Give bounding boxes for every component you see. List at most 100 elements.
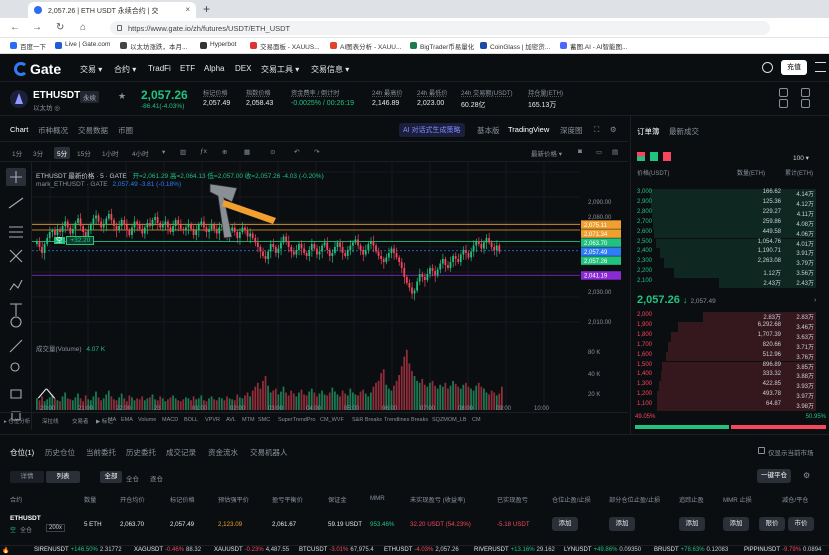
nav-tradfi[interactable]: TradFi [148,64,171,73]
indicator-shortcut[interactable]: CM [472,417,481,423]
tab-crypto-circle[interactable]: 币圈 [118,125,133,136]
orderbook-view-toggle[interactable] [637,152,677,162]
bookmark-item[interactable]: 百度一下 [10,41,46,51]
chevron-right-icon[interactable]: › [814,297,816,304]
ask-row[interactable]: 2,600 449.58 4.06万 [631,228,829,239]
tab-trade-data[interactable]: 交易数据 [78,125,108,136]
trendline-icon[interactable] [8,197,24,209]
marquee-item[interactable]: LYNUSDT +49.86% 0.09350 [564,547,641,553]
indicator-shortcut[interactable]: SuperTrendPro [278,417,315,423]
new-tab-icon[interactable]: + [203,2,210,16]
asks-view-icon[interactable] [663,152,671,161]
checkbox[interactable] [758,447,765,454]
menu-icon[interactable] [815,62,826,72]
bid-row[interactable]: 1,400 333.32 3.88万 [631,371,829,382]
snapshot-icon[interactable]: ◙ [578,148,582,155]
fib-icon[interactable] [9,226,23,238]
tab-fund-flow[interactable]: 资金流水 [208,447,238,458]
interval-1m[interactable]: 1分 [12,148,22,158]
layout-icon[interactable] [801,99,810,108]
ask-row[interactable]: 2,900 125.36 4.12万 [631,198,829,209]
tab-trade-history[interactable]: 成交记录 [166,447,196,458]
zoom-icon[interactable] [10,362,20,372]
nav-futures[interactable]: 合约 ▾ [114,64,136,75]
interval-1h[interactable]: 1小时 [102,148,119,158]
indicator-shortcut[interactable]: 交易者 [72,417,89,425]
marquee-item[interactable]: SIRENUSDT +146.50% 2.31772 [34,547,122,553]
reload-icon[interactable]: ↻ [56,22,64,33]
deposit-button[interactable]: 充值 [781,60,807,75]
position-marker[interactable]: 空 +32.20 [54,234,95,245]
chart-svg[interactable]: 2,090.002,080.002,050.002,030.002,010.00… [32,162,628,432]
bid-row[interactable]: 1,200 493.78 3.97万 [631,391,829,402]
ask-row[interactable]: 2,700 259.86 4.08万 [631,218,829,229]
favorite-star-icon[interactable]: ★ [118,91,126,102]
indicators-icon[interactable]: ƒx [200,148,207,155]
bid-row[interactable]: 1,100 64.87 3.98万 [631,401,829,411]
add-partial-tpsl-button[interactable]: 添加 [609,517,635,531]
view-list-button[interactable]: 列表 [46,471,80,483]
indicator-shortcut[interactable]: MA [108,417,116,423]
close-all-button[interactable]: 一键平仓 [757,469,791,483]
marquee-item[interactable]: BRUSDT +78.63% 0.12083 [654,547,728,553]
position-leverage[interactable]: 200x [46,524,66,532]
filter-isolated[interactable]: 逐仓 [150,473,163,483]
ask-row[interactable]: 2,100 2.43万 2.43万 [631,278,829,288]
indicator-shortcut[interactable]: ▸ 仓位分析 [4,417,30,425]
bids-view-icon[interactable] [650,152,658,161]
url-input[interactable]: https://www.gate.io/zh/futures/USDT/ETH_… [110,21,770,35]
tab-recent-trades[interactable]: 最新成交 [669,126,699,137]
calculator-icon[interactable] [779,99,788,108]
candle-type-icon[interactable]: ▥ [180,148,186,156]
add-tpsl-button[interactable]: 添加 [552,517,578,531]
ask-row[interactable]: 3,000 166.62 4.14万 [631,189,829,199]
ask-row[interactable]: 2,300 2,263.08 3.79万 [631,258,829,269]
nav-dex[interactable]: DEX [235,64,251,73]
settings-icon[interactable]: ⚙ [803,471,810,480]
tab-depth[interactable]: 深度图 [560,125,583,136]
both-view-icon[interactable] [637,152,645,161]
bid-row[interactable]: 1,300 422.85 3.93万 [631,381,829,392]
compare-icon[interactable]: ⊕ [222,148,227,156]
price-type-select[interactable]: 最新价格 ▾ [531,148,562,158]
alert-icon[interactable]: ⊙ [270,148,275,156]
marquee-item[interactable]: XAUUSDT -0.23% 4,487.55 [214,547,289,553]
emoji-icon[interactable] [10,316,22,328]
price-chart[interactable]: 2,090.002,080.002,050.002,030.002,010.00… [32,162,628,432]
tab-open-orders[interactable]: 当前委托 [86,447,116,458]
magnet-icon[interactable] [10,389,22,399]
indicator-shortcut[interactable]: EMA [121,417,133,423]
marquee-item[interactable]: BTCUSDT -3.01% 67,975.4 [299,547,374,553]
back-icon[interactable]: ← [10,22,20,33]
brush-icon[interactable] [9,279,23,291]
tab-position-history[interactable]: 历史仓位 [45,447,75,458]
undo-icon[interactable]: ↶ [294,148,299,156]
filter-all[interactable]: 全部 [100,471,122,483]
bookmark-item[interactable]: CoinGlass | 加密货... [480,41,550,51]
bookmark-item[interactable]: Live | Gate.com [55,41,110,49]
bookmark-item[interactable]: AI图表分析 - XAUU... [330,41,401,51]
home-icon[interactable]: ⌂ [80,22,86,33]
tab-tradingview[interactable]: TradingView [508,125,549,134]
indicator-shortcut[interactable]: Trendlines Breaks [384,417,428,423]
bid-row[interactable]: 1,900 6,292.68 3.46万 [631,321,829,332]
layout-icon[interactable]: ▭ [596,148,602,156]
view-detail-button[interactable]: 详情 [10,471,44,483]
interval-more[interactable]: ▾ [162,148,165,156]
ruler-icon[interactable] [9,339,23,353]
interval-4h[interactable]: 4小时 [132,148,149,158]
bid-row[interactable]: 1,600 512.96 3.76万 [631,351,829,362]
marquee-item[interactable]: XAGUSDT -0.46% 88.32 [134,547,201,553]
settings-icon[interactable]: ⚙ [610,125,617,134]
indicator-shortcut[interactable]: 深拉线 [42,417,59,425]
indicator-shortcut[interactable]: CM_WVF [320,417,344,423]
redo-icon[interactable]: ↷ [314,148,319,156]
limit-close-button[interactable]: 限价 [759,517,785,531]
close-tab-icon[interactable]: × [185,5,190,14]
indicator-shortcut[interactable]: VPVR [205,417,220,423]
ai-strategy-button[interactable]: AI 对话式生成策略 [399,123,465,137]
marquee-item[interactable]: RIVERUSDT +13.16% 29.162 [474,547,555,553]
bookmark-item[interactable]: 以太坊涨跌，本月... [120,41,187,51]
add-trailing-button[interactable]: 添加 [679,517,705,531]
bookmark-item[interactable]: Hyperbot [200,41,236,49]
